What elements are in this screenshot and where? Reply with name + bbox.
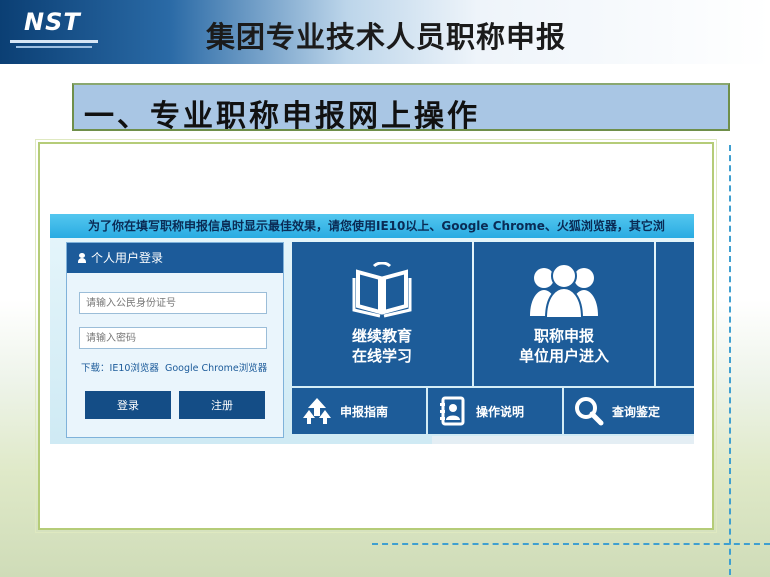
- logo-mark: NST: [24, 8, 81, 36]
- search-icon: [575, 397, 604, 426]
- education-line2: 在线学习: [351, 347, 412, 365]
- contact-book-icon: [440, 396, 465, 426]
- ie-download-link[interactable]: IE10浏览器: [110, 363, 159, 374]
- login-button[interactable]: 登录: [85, 391, 171, 419]
- open-book-icon: [352, 262, 412, 318]
- section-heading-box: 一、专业职称申报网上操作: [72, 83, 730, 134]
- header-band: NST 集团专业技术人员职称申报: [0, 0, 770, 64]
- slide-title: 集团专业技术人员职称申报: [206, 20, 567, 54]
- website-screenshot: 为了你在填写职称申报信息时显示最佳效果，请您使用IE10以上、Google Ch…: [50, 214, 694, 444]
- user-icon: [77, 253, 87, 263]
- download-links: 下载：IE10浏览器 Google Chrome浏览器: [81, 360, 267, 374]
- education-tile-label: 继续教育 在线学习: [292, 326, 472, 366]
- login-title: 个人用户登录: [91, 251, 164, 265]
- title-application-tile[interactable]: 职称申报 单位用户进入: [474, 242, 654, 386]
- browser-notice: 为了你在填写职称申报信息时显示最佳效果，请您使用IE10以上、Google Ch…: [50, 214, 694, 238]
- title-line2: 单位用户进入: [518, 347, 609, 365]
- download-prefix: 下载：: [81, 363, 110, 374]
- bottom-strip: [432, 436, 694, 444]
- title-tile-label: 职称申报 单位用户进入: [474, 326, 654, 366]
- chrome-download-link[interactable]: Google Chrome浏览器: [165, 363, 267, 374]
- upload-arrows-icon: [303, 398, 331, 424]
- manual-label: 操作说明: [476, 404, 525, 419]
- guide-tile[interactable]: 申报指南: [292, 388, 426, 434]
- manual-tile[interactable]: 操作说明: [428, 388, 562, 434]
- login-panel: 个人用户登录 下载：IE10浏览器 Google Chrome浏览器 登录 注册: [66, 242, 284, 438]
- company-logo: NST: [10, 6, 98, 54]
- login-panel-header: 个人用户登录: [67, 243, 283, 273]
- guide-label: 申报指南: [340, 404, 389, 419]
- continuing-education-tile[interactable]: 继续教育 在线学习: [292, 242, 472, 386]
- education-line1: 继续教育: [351, 327, 412, 345]
- dashed-divider-horizontal: [372, 543, 770, 545]
- people-group-icon: [530, 263, 598, 318]
- partial-tile[interactable]: [656, 242, 694, 386]
- logo-underline: [10, 40, 98, 43]
- title-line1: 职称申报: [533, 327, 594, 345]
- id-number-input[interactable]: [79, 292, 267, 314]
- dashed-divider-vertical: [729, 145, 731, 575]
- logo-underline-secondary: [16, 46, 92, 48]
- query-tile[interactable]: 查询鉴定: [564, 388, 694, 434]
- password-input[interactable]: [79, 327, 267, 349]
- query-label: 查询鉴定: [612, 404, 661, 419]
- section-heading: 一、专业职称申报网上操作: [84, 99, 480, 134]
- register-button[interactable]: 注册: [179, 391, 265, 419]
